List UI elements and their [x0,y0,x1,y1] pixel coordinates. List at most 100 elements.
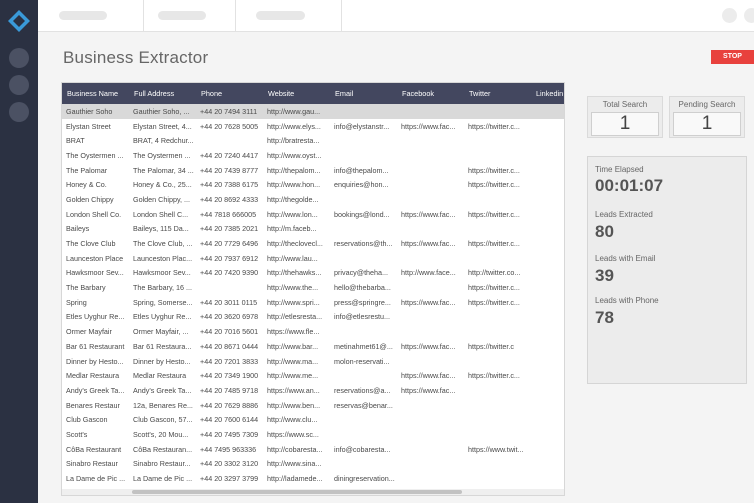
table-row[interactable]: Launceston Place Launceston Plac... +44 20… [62,251,564,266]
column-header[interactable]: Website [263,83,330,104]
table-row[interactable]: BRAT BRAT, 4 Redchur... http://bratresta..… [62,133,564,148]
column-header[interactable]: Twitter [464,83,531,104]
table-cell: CôBa Restauran... [133,444,193,454]
nav-dot-3[interactable] [9,102,29,122]
table-row[interactable]: Honey & Co. Honey & Co., 25... +44 20 7388… [62,177,564,192]
scrollbar-thumb[interactable] [132,490,462,494]
table-cell: +44 7495 963336 [200,444,257,454]
table-row[interactable]: Dinner by Hesto... Dinner by Hesto... +44 … [62,354,564,369]
table-cell [531,324,564,339]
table-cell: Hawksmoor Sev... [133,268,191,278]
table-cell: https://www.fac... [401,239,456,249]
logo-icon[interactable] [7,9,31,33]
column-header[interactable]: Full Address [129,83,196,104]
stop-button[interactable]: STOP [711,50,754,64]
table-cell: https://twitter.c... [468,239,520,249]
time-elapsed-label: Time Elapsed [595,165,644,174]
table-cell [330,427,397,442]
table-row[interactable]: Elystan Street Elystan Street, 4... +44 20… [62,119,564,134]
table-row[interactable]: Sinabro Restaur Sinabro Restaur... +44 20 … [62,457,564,472]
top-tab-3[interactable] [236,0,342,32]
top-tab-2[interactable] [144,0,236,32]
table-cell: http://www.me... [267,371,319,381]
column-header[interactable]: Business Name [62,83,129,104]
table-row[interactable]: CôBa Restaurant CôBa Restauran... +44 7495… [62,442,564,457]
table-row[interactable]: Golden Chippy Golden Chippy, ... +44 20 86… [62,192,564,207]
table-cell [464,192,531,207]
table-cell [531,133,564,148]
table-row[interactable]: Benares Restaur 12a, Benares Re... +44 20 … [62,398,564,413]
column-header[interactable]: Phone [196,83,263,104]
table-cell: reservations@th... [334,239,393,249]
table-row[interactable]: Scott's Scott's, 20 Mou... +44 20 7495 730… [62,427,564,442]
table-cell [464,412,531,427]
top-tab-1[interactable] [38,0,144,32]
table-row[interactable]: Andy's Greek Ta... Andy's Greek Ta... +44 … [62,383,564,398]
table-cell: +44 7818 666005 [200,209,257,219]
table-cell [531,383,564,398]
table-row[interactable]: Etles Uyghur Re... Etles Uyghur Re... +44 … [62,310,564,325]
table-cell: info@elystanstr... [334,121,390,131]
table-cell [531,236,564,251]
table-cell: https://www.an... [267,385,320,395]
table-cell: Golden Chippy, ... [133,194,190,204]
horizontal-scrollbar[interactable] [62,489,564,495]
table-cell: bookings@lond... [334,209,390,219]
table-cell: info@etlesrestu... [334,312,391,322]
table-row[interactable]: Club Gascon Club Gascon, 57... +44 20 7600… [62,412,564,427]
nav-dot-1[interactable] [9,48,29,68]
table-cell: enquiries@hon... [334,180,389,190]
table-cell [464,222,531,237]
table-cell [531,339,564,354]
leads-extracted-label: Leads Extracted [595,210,653,219]
table-cell: +44 20 7494 3111 [196,104,263,119]
table-row[interactable]: Gauthier Soho Gauthier Soho, ... +44 20 74… [62,104,564,119]
table-row[interactable]: Hawksmoor Sev... Hawksmoor Sev... +44 20 7… [62,266,564,281]
table-cell: Scott's, 20 Mou... [133,429,189,439]
table-cell: Launceston Plac... [133,253,193,263]
table-cell: http://www.ma... [267,356,319,366]
table-row[interactable]: The Clove Club The Clove Club, ... +44 20 … [62,236,564,251]
table-row[interactable]: Bar 61 Restaurant Bar 61 Restaura... +44 2… [62,339,564,354]
table-cell: http://www.ben... [267,400,321,410]
table-cell: http://cobaresta... [267,444,323,454]
table-cell: info@cobaresta... [334,444,391,454]
table-row[interactable]: Ormer Mayfair Ormer Mayfair, ... +44 20 70… [62,324,564,339]
table-row[interactable]: Medlar Restaura Medlar Restaura +44 20 734… [62,368,564,383]
table-row[interactable]: London Shell Co. London Shell C... +44 781… [62,207,564,222]
table-cell [397,163,464,178]
column-header[interactable]: Linkedin [531,83,564,104]
table-cell: Benares Restaur [66,400,120,410]
table-cell [531,398,564,413]
table-cell [531,280,564,295]
table-cell: https://www.fle... [267,327,320,337]
table-cell [330,457,397,472]
table-cell [531,295,564,310]
top-circle-1[interactable] [722,8,737,23]
table-cell [464,104,531,119]
table-cell: http://www.sina... [267,459,322,469]
table-cell: http://www.oyst... [267,150,322,160]
table-cell [531,119,564,134]
table-cell: +44 20 3302 3120 [200,459,259,469]
total-search-value: 1 [591,112,659,136]
top-circle-2[interactable] [744,8,754,23]
table-cell: Medlar Restaura [133,371,187,381]
table-cell: Hawksmoor Sev... [66,268,124,278]
table-row[interactable]: La Dame de Pic ... La Dame de Pic ... +44 … [62,471,564,486]
table-cell: Baileys, 115 Da... [133,224,189,234]
table-row[interactable]: The Palomar The Palomar, 34 ... +44 20 743… [62,163,564,178]
table-row[interactable]: The Barbary The Barbary, 16 ... http://www… [62,280,564,295]
table-row[interactable]: Baileys Baileys, 115 Da... +44 20 7385 202… [62,222,564,237]
table-row[interactable]: Spring Spring, Somerse... +44 20 3011 0115… [62,295,564,310]
column-header[interactable]: Email [330,83,397,104]
table-cell [196,280,263,295]
table-cell: +44 20 8692 4333 [200,194,259,204]
left-rail [0,0,38,503]
table-cell: privacy@theha... [334,268,389,278]
table-row[interactable]: The Oystermen ... The Oystermen ... +44 20… [62,148,564,163]
column-header[interactable]: Facebook [397,83,464,104]
nav-dot-2[interactable] [9,75,29,95]
table-cell: +44 20 8671 0444 [200,341,259,351]
table-cell: The Palomar [66,165,108,175]
